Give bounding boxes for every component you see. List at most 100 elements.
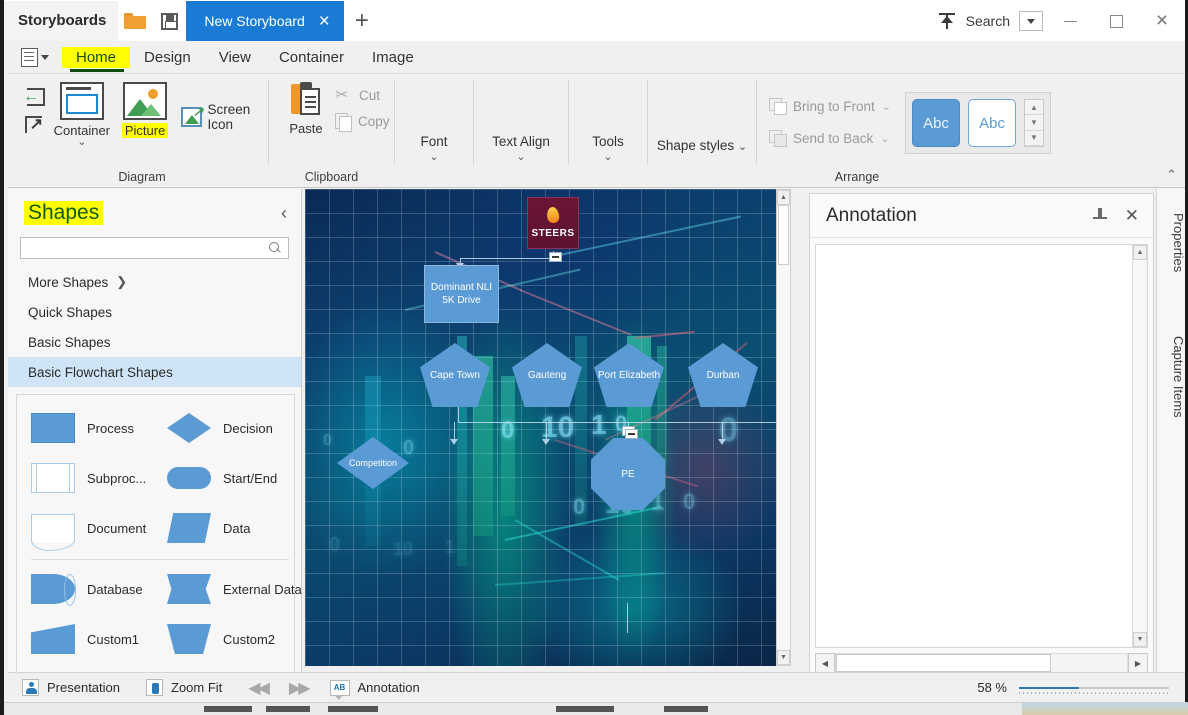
storyboard-canvas[interactable]: 0 10 1 0 0 0 0 10 1 0 0 0 10 1 STEERS [305,189,785,666]
shape-item-subprocess[interactable]: Subproc... [31,463,167,493]
scroll-track[interactable] [777,205,790,650]
bring-to-front-button[interactable]: Bring to Front ⌄ [769,98,891,115]
export-icon[interactable] [24,114,43,134]
cut-button[interactable]: ✂ Cut [335,88,390,104]
zoom-fit-button[interactable]: Zoom Fit [146,679,222,696]
tab-capture-items[interactable]: Capture Items [1157,326,1186,428]
shape-item-start-end[interactable]: Start/End [167,467,303,489]
minimize-button[interactable] [1047,1,1093,41]
node-pe[interactable]: PE [591,438,665,510]
shape-item-document[interactable]: Document [31,514,167,551]
annotation-body[interactable]: ▲ ▼ [815,244,1148,648]
zoom-slider[interactable] [1019,681,1169,695]
ribbon-menu-button[interactable] [8,47,62,67]
style-preset-filled[interactable]: Abc [912,99,961,147]
maximize-button[interactable] [1093,1,1139,41]
chevron-down-icon[interactable]: ⌄ [882,100,891,113]
next-icon[interactable]: ▶▶ [289,678,311,698]
shape-item-external-data[interactable]: External Data [167,574,303,604]
steers-logo-image[interactable]: STEERS [527,197,579,249]
node-durban[interactable]: Durban [688,343,758,407]
shape-styles-button[interactable]: Shape styles ⌄ [648,138,756,155]
upload-icon[interactable] [937,12,957,30]
copy-button[interactable]: Copy [335,113,390,132]
shape-item-data[interactable]: Data [167,513,303,543]
scroll-track[interactable] [835,653,1128,673]
scroll-down-button[interactable]: ▼ [777,650,790,665]
shapes-category-basic-flowchart-shapes[interactable]: Basic Flowchart Shapes [8,357,301,387]
node-port-elizabeth[interactable]: Port Elizabeth [594,343,664,407]
scroll-thumb[interactable] [778,205,789,265]
shapes-search-box[interactable] [20,237,289,259]
screen-icon-button[interactable]: ↗ Screen Icon [180,102,268,132]
window-close-button[interactable]: × [1139,1,1185,41]
connector-logo-to-dominant[interactable] [460,258,555,259]
collapse-connector-badge[interactable] [549,252,562,262]
chevron-down-icon[interactable]: ⌄ [569,150,647,163]
shapes-category-quick-shapes[interactable]: Quick Shapes [8,297,301,327]
tab-view[interactable]: View [205,47,265,68]
chevron-down-icon[interactable]: ⌄ [77,137,86,148]
open-file-button[interactable] [118,1,152,41]
scroll-track[interactable] [1133,260,1147,632]
tab-new-storyboard[interactable]: New Storyboard × [186,1,344,41]
node-dominant-nli[interactable]: Dominant NLI 5K Drive [424,265,499,323]
container-button[interactable]: Container ⌄ [50,82,113,148]
annotation-toggle-button[interactable]: AB Annotation [329,679,420,700]
scroll-right-button[interactable]: ▶ [1128,653,1148,673]
gallery-expand[interactable]: ▼ [1025,131,1044,146]
scroll-up-button[interactable]: ▲ [777,190,790,205]
tab-properties[interactable]: Properties [1157,203,1186,282]
annotation-vertical-scrollbar[interactable]: ▲ ▼ [1132,245,1147,647]
new-tab-button[interactable]: + [344,1,380,41]
canvas-vertical-scrollbar[interactable]: ▲ ▼ [776,189,791,666]
shapes-search-input[interactable] [27,241,269,255]
node-gauteng[interactable]: Gauteng [512,343,582,407]
chevron-down-icon[interactable]: ⌄ [880,132,889,145]
shapes-category-basic-shapes[interactable]: Basic Shapes [8,327,301,357]
save-file-button[interactable] [152,1,186,41]
pin-icon[interactable] [1092,207,1107,224]
chevron-down-icon[interactable]: ⌄ [474,150,568,163]
shape-item-custom1[interactable]: Custom1 [31,624,167,654]
connector-pe-down[interactable] [627,603,628,633]
connector-bus[interactable] [458,422,785,423]
chevron-left-icon[interactable]: ‹ [281,203,287,224]
presentation-button[interactable]: Presentation [22,679,120,696]
tab-image[interactable]: Image [358,47,428,68]
node-cape-town[interactable]: Cape Town [420,343,490,407]
annotation-horizontal-scrollbar[interactable]: ◀ ▶ [815,652,1148,674]
tools-button[interactable]: Tools ⌄ [569,134,647,163]
shape-item-process[interactable]: Process [31,413,167,443]
node-competition[interactable]: Competition [337,437,409,489]
scroll-left-button[interactable]: ◀ [815,653,835,673]
chevron-down-icon[interactable]: ⌄ [738,141,747,153]
style-preset-outline[interactable]: Abc [968,99,1017,147]
shape-item-database[interactable]: Database [31,574,167,606]
shape-item-custom2[interactable]: Custom2 [167,624,303,654]
paste-button[interactable]: Paste [277,82,335,136]
tab-home[interactable]: Home [62,46,131,72]
search-area[interactable]: Search [937,1,1047,41]
shape-style-gallery[interactable]: Abc Abc ▲ ▼ ▼ [905,92,1052,154]
search-dropdown-button[interactable] [1019,11,1043,31]
scroll-thumb[interactable] [836,654,1052,672]
gallery-scroll-down[interactable]: ▼ [1025,115,1044,131]
gallery-scroll-up[interactable]: ▲ [1025,100,1044,116]
shapes-category-more-shapes[interactable]: More Shapes ❯ [8,267,301,297]
tab-design[interactable]: Design [130,47,205,68]
shape-item-decision[interactable]: Decision [167,413,303,443]
close-icon[interactable]: ✕ [1125,206,1139,226]
gallery-scroll-buttons[interactable]: ▲ ▼ ▼ [1024,99,1045,147]
annotation-textarea[interactable] [816,245,1132,647]
collapse-ribbon-button[interactable]: ⌃ [1166,167,1177,183]
scroll-down-button[interactable]: ▼ [1133,632,1147,647]
picture-button[interactable]: Picture [113,82,176,138]
close-icon[interactable]: × [319,12,330,31]
send-to-back-button[interactable]: Send to Back ⌄ [769,130,891,147]
scroll-up-button[interactable]: ▲ [1133,245,1147,260]
import-icon[interactable] [23,88,46,106]
tab-container[interactable]: Container [265,47,358,68]
previous-icon[interactable]: ◀◀ [248,678,270,698]
font-button[interactable]: Font ⌄ [395,134,473,163]
